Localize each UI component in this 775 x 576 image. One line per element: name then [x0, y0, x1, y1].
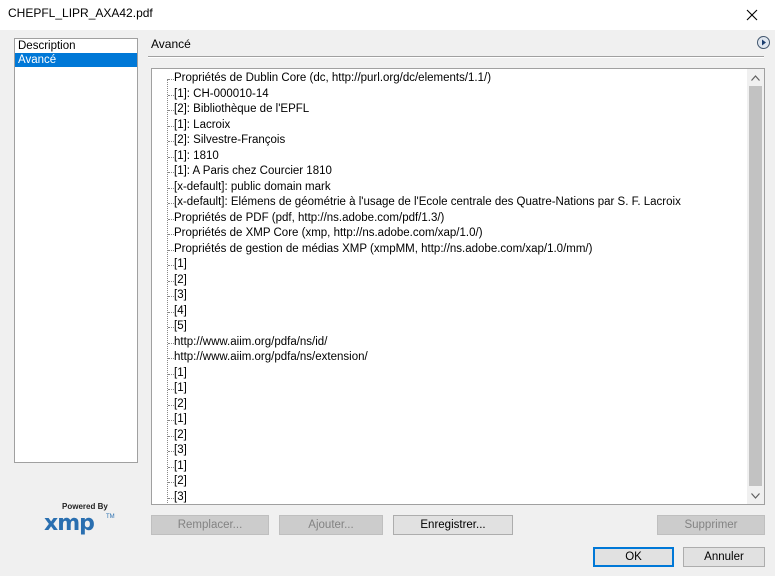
replace-button[interactable]: Remplacer...: [151, 515, 269, 535]
logo-xmp-word: xmp: [44, 511, 95, 536]
tree-node[interactable]: [1]: [174, 381, 187, 396]
category-item-advanced[interactable]: Avancé: [15, 53, 137, 67]
tree-node[interactable]: [1]: Lacroix: [174, 118, 230, 133]
tree-node[interactable]: [1]: [174, 366, 187, 381]
window-title: CHEPFL_LIPR_AXA42.pdf: [8, 6, 153, 20]
ok-button[interactable]: OK: [593, 547, 674, 567]
tree-node[interactable]: [3]: [174, 443, 187, 458]
panel-title: Avancé: [151, 37, 191, 51]
tree-node[interactable]: [3]: [174, 288, 187, 303]
logo-powered-by: Powered By: [62, 502, 108, 511]
scroll-up-button[interactable]: [747, 69, 764, 86]
tree-node[interactable]: [1]: A Paris chez Courcier 1810: [174, 164, 332, 179]
logo-tm: TM: [106, 514, 115, 520]
tree-node[interactable]: [2]: [174, 397, 187, 412]
tree-node[interactable]: [x-default]: public domain mark: [174, 180, 331, 195]
chevron-up-icon: [751, 74, 760, 81]
append-button[interactable]: Ajouter...: [279, 515, 383, 535]
tree-node[interactable]: http://www.aiim.org/pdfa/ns/extension/: [174, 350, 368, 365]
tree-node[interactable]: [2]: [174, 273, 187, 288]
title-bar: CHEPFL_LIPR_AXA42.pdf: [0, 0, 775, 30]
cancel-button[interactable]: Annuler: [683, 547, 765, 567]
xmp-logo: Powered By xmp TM: [40, 502, 120, 542]
tree-node[interactable]: Propriétés de XMP Core (xmp, http://ns.a…: [174, 226, 483, 241]
tree-node[interactable]: Propriétés de gestion de médias XMP (xmp…: [174, 242, 592, 257]
close-button[interactable]: [729, 0, 775, 30]
tree-node[interactable]: [3]: [174, 490, 187, 505]
arrow-right-icon: [762, 39, 766, 46]
tree-node[interactable]: http://www.aiim.org/pdfa/ns/id/: [174, 335, 327, 350]
category-list: Description Avancé: [14, 38, 138, 463]
close-icon: [746, 9, 758, 21]
scroll-thumb[interactable]: [749, 86, 762, 486]
save-button[interactable]: Enregistrer...: [393, 515, 513, 535]
tree-node[interactable]: [1]: CH-000010-14: [174, 87, 269, 102]
tree-node[interactable]: [1]: 1810: [174, 149, 219, 164]
category-item-description[interactable]: Description: [15, 39, 137, 53]
tree-node[interactable]: [2]: [174, 428, 187, 443]
scroll-down-button[interactable]: [747, 487, 764, 504]
tree-node[interactable]: Propriétés de PDF (pdf, http://ns.adobe.…: [174, 211, 444, 226]
tree-rows: Propriétés de Dublin Core (dc, http://pu…: [152, 69, 747, 504]
tree-node[interactable]: Propriétés de Dublin Core (dc, http://pu…: [174, 71, 491, 86]
panel-menu-button[interactable]: [757, 36, 770, 49]
tree-node[interactable]: [1]: [174, 412, 187, 427]
tree-scrollbar[interactable]: [747, 69, 764, 504]
tree-node[interactable]: [5]: [174, 319, 187, 334]
tree-node[interactable]: [x-default]: Elémens de géométrie à l'us…: [174, 195, 681, 210]
tree-node[interactable]: [2]: Silvestre-François: [174, 133, 285, 148]
chevron-down-icon: [751, 492, 760, 499]
tree-node[interactable]: [1]: [174, 459, 187, 474]
tree-node[interactable]: [2]: Bibliothèque de l'EPFL: [174, 102, 309, 117]
tree-node[interactable]: [4]: [174, 304, 187, 319]
properties-tree[interactable]: Propriétés de Dublin Core (dc, http://pu…: [151, 68, 765, 505]
tree-node[interactable]: [1]: [174, 257, 187, 272]
tree-node[interactable]: [2]: [174, 474, 187, 489]
delete-button[interactable]: Supprimer: [657, 515, 765, 535]
